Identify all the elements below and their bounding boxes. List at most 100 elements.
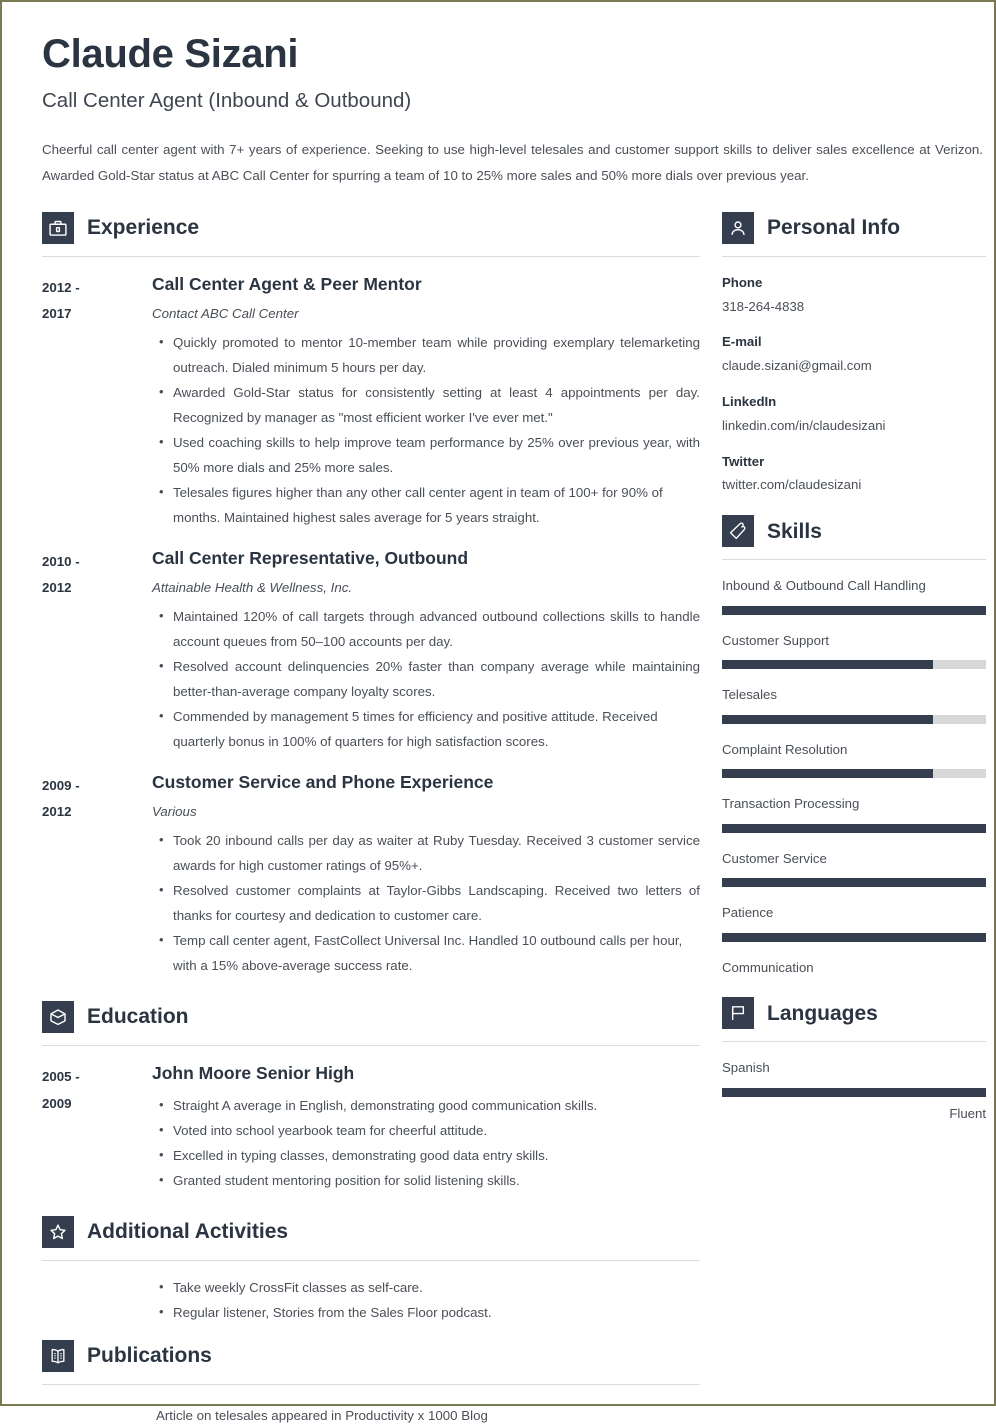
entry-bullets: Quickly promoted to mentor 10-member tea… xyxy=(152,330,700,531)
entry-dates: 2009 - 2012 xyxy=(42,772,152,979)
info-item-email: E-mail claude.sizani@gmail.com xyxy=(722,332,986,376)
resume-page: Claude Sizani Call Center Agent (Inbound… xyxy=(0,0,996,1423)
section-title-activities: Additional Activities xyxy=(87,1220,289,1244)
bullet-item: Used coaching skills to help improve tea… xyxy=(157,430,700,481)
resume-header: Claude Sizani Call Center Agent (Inbound… xyxy=(42,32,983,190)
skill-bar-fill xyxy=(722,769,934,779)
skill-name: Communication xyxy=(722,959,814,975)
info-item-phone: Phone 318-264-4838 xyxy=(722,273,986,317)
info-value[interactable]: claude.sizani@gmail.com xyxy=(722,356,986,376)
section-education: Education 2005 - 2009 John Moore Senior … xyxy=(42,1000,700,1194)
section-languages: Languages Spanish Fluent xyxy=(722,997,986,1121)
section-divider xyxy=(42,1259,700,1261)
language-level-label: Fluent xyxy=(949,1105,986,1121)
star-icon xyxy=(42,1215,74,1248)
entry-body: Call Center Representative, Outbound Att… xyxy=(152,548,700,755)
info-value[interactable]: 318-264-4838 xyxy=(722,297,986,317)
skill-bar-track xyxy=(722,605,986,615)
entry-role: Call Center Agent & Peer Mentor xyxy=(152,273,422,294)
section-title-languages: Languages xyxy=(767,1001,878,1025)
activities-body: Take weekly CrossFit classes as self-car… xyxy=(42,1275,700,1326)
skill-name: Inbound & Outbound Call Handling xyxy=(722,578,926,594)
entry-bullets: Maintained 120% of call targets through … xyxy=(152,604,700,755)
section-header-skills: Skills xyxy=(722,515,986,548)
bullet-item: Quickly promoted to mentor 10-member tea… xyxy=(157,330,700,381)
skill-bar-fill xyxy=(722,932,986,942)
info-label: Twitter xyxy=(722,453,765,469)
section-personal-info: Personal Info Phone 318-264-4838 E-mail … xyxy=(722,211,986,496)
skill-bar-fill xyxy=(722,878,986,888)
entry-date-end: 2012 xyxy=(42,804,72,820)
entry-date-end: 2017 xyxy=(42,306,72,322)
language-item: Spanish Fluent xyxy=(722,1059,986,1121)
info-value[interactable]: twitter.com/claudesizani xyxy=(722,475,986,495)
entry-body: Call Center Agent & Peer Mentor Contact … xyxy=(152,274,700,531)
entry-date-end: 2009 xyxy=(42,1095,72,1111)
skill-item: Communication xyxy=(722,959,986,977)
entry-dates: 2005 - 2009 xyxy=(42,1063,152,1194)
entry-body: John Moore Senior High Straight A averag… xyxy=(152,1063,700,1194)
section-title-personal-info: Personal Info xyxy=(767,216,901,240)
candidate-job-title: Call Center Agent (Inbound & Outbound) xyxy=(42,89,412,112)
entry-date-start: 2010 - xyxy=(42,553,80,569)
info-item-linkedin: LinkedIn linkedin.com/in/claudesizani xyxy=(722,392,986,436)
section-experience: Experience 2012 - 2017 Call Center Agent… xyxy=(42,211,700,979)
skill-name: Patience xyxy=(722,905,774,921)
professional-summary: Cheerful call center agent with 7+ years… xyxy=(42,141,983,184)
entry-date-end: 2012 xyxy=(42,580,72,596)
skill-item: Customer Support xyxy=(722,632,986,670)
language-bar-fill xyxy=(722,1087,986,1097)
briefcase-icon xyxy=(42,211,74,244)
bullet-item: Voted into school yearbook team for chee… xyxy=(157,1118,700,1144)
section-title-experience: Experience xyxy=(87,216,200,240)
bullet-item: Resolved account delinquencies 20% faste… xyxy=(157,654,700,705)
entry-dates: 2010 - 2012 xyxy=(42,548,152,755)
section-activities: Additional Activities Take weekly CrossF… xyxy=(42,1215,700,1326)
entry-role: Customer Service and Phone Experience xyxy=(152,771,494,792)
bullet-item: Regular listener, Stories from the Sales… xyxy=(157,1300,700,1326)
entry-bullets: Straight A average in English, demonstra… xyxy=(152,1093,700,1194)
section-header-experience: Experience xyxy=(42,211,700,244)
school-name: John Moore Senior High xyxy=(152,1062,355,1083)
skill-bar-fill xyxy=(722,714,934,724)
info-label: Phone xyxy=(722,274,763,290)
resume-body: Experience 2012 - 2017 Call Center Agent… xyxy=(42,211,986,1428)
publication-text: Article on telesales appeared in Product… xyxy=(156,1407,488,1423)
section-divider xyxy=(42,1044,700,1046)
flag-icon xyxy=(722,997,754,1030)
info-label: E-mail xyxy=(722,334,762,350)
bullet-item: Took 20 inbound calls per day as waiter … xyxy=(157,828,700,879)
entry-body: Customer Service and Phone Experience Va… xyxy=(152,772,700,979)
skill-bar-track xyxy=(722,878,986,888)
bullet-item: Awarded Gold-Star status for consistentl… xyxy=(157,380,700,431)
skill-bar-track xyxy=(722,932,986,942)
bullet-item: Temp call center agent, FastCollect Univ… xyxy=(157,928,700,979)
section-divider xyxy=(722,559,986,561)
entry-organization: Various xyxy=(152,803,197,819)
language-bar-track xyxy=(722,1087,986,1097)
skill-name: Complaint Resolution xyxy=(722,741,848,757)
skill-item: Patience xyxy=(722,904,986,942)
experience-entry: 2009 - 2012 Customer Service and Phone E… xyxy=(42,772,700,979)
bullet-item: Maintained 120% of call targets through … xyxy=(157,604,700,655)
entry-date-start: 2009 - xyxy=(42,777,80,793)
bullet-item: Excelled in typing classes, demonstratin… xyxy=(157,1143,700,1169)
entry-organization: Contact ABC Call Center xyxy=(152,305,299,321)
experience-entry: 2012 - 2017 Call Center Agent & Peer Men… xyxy=(42,274,700,531)
info-value[interactable]: linkedin.com/in/claudesizani xyxy=(722,416,986,436)
skill-item: Transaction Processing xyxy=(722,795,986,833)
open-book-icon xyxy=(42,1339,74,1372)
main-column: Experience 2012 - 2017 Call Center Agent… xyxy=(42,211,700,1428)
section-divider xyxy=(722,255,986,257)
section-header-activities: Additional Activities xyxy=(42,1215,700,1248)
info-item-twitter: Twitter twitter.com/claudesizani xyxy=(722,452,986,496)
skill-name: Telesales xyxy=(722,687,777,703)
section-publications: Publications Article on telesales appear… xyxy=(42,1339,700,1426)
entry-date-start: 2012 - xyxy=(42,279,80,295)
bullet-item: Telesales figures higher than any other … xyxy=(157,480,700,531)
skill-name: Customer Support xyxy=(722,632,830,648)
section-divider xyxy=(42,1383,700,1385)
section-header-education: Education xyxy=(42,1000,700,1033)
section-divider xyxy=(42,255,700,257)
graduation-cap-icon xyxy=(42,1000,74,1033)
